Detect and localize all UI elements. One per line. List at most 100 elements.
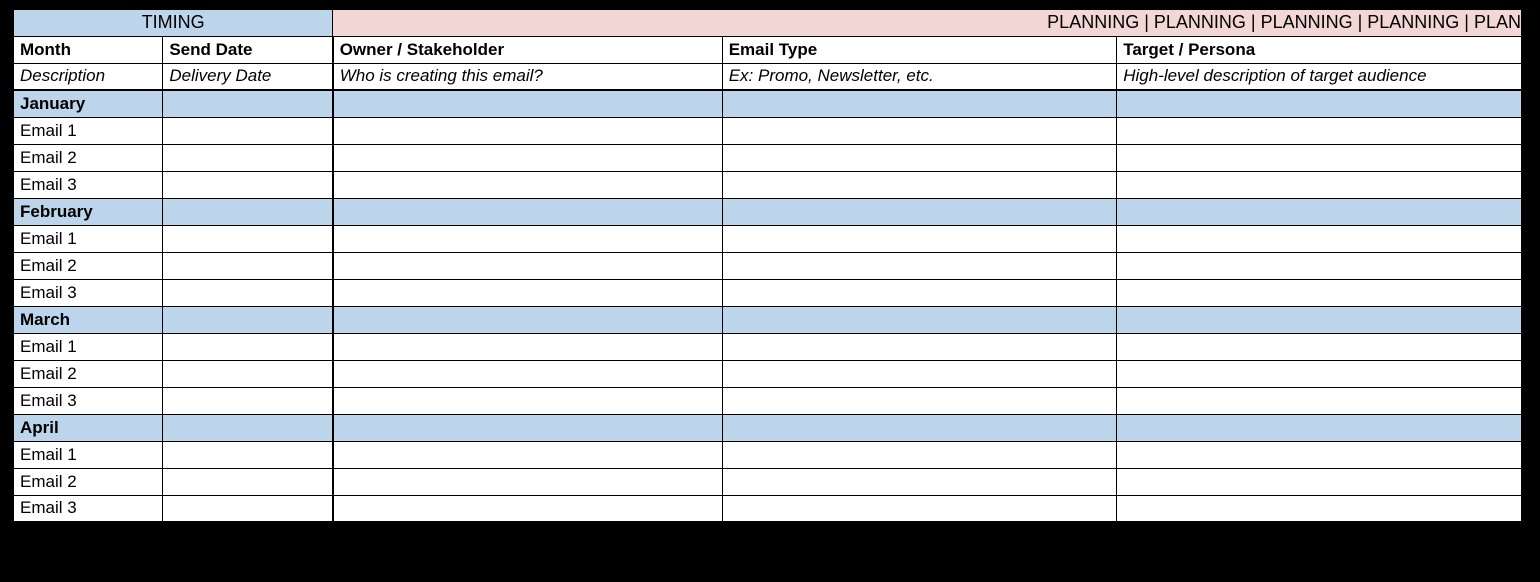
month-empty-cell[interactable] — [722, 306, 1117, 333]
email-label-cell[interactable]: Email 1 — [13, 117, 163, 144]
email-label-cell[interactable]: Email 2 — [13, 360, 163, 387]
cell-owner[interactable] — [333, 468, 723, 495]
cell-target[interactable] — [1117, 333, 1522, 360]
column-header-row: Month Send Date Owner / Stakeholder Emai… — [13, 36, 1522, 63]
cell-target[interactable] — [1117, 171, 1522, 198]
cell-target[interactable] — [1117, 225, 1522, 252]
cell-target[interactable] — [1117, 360, 1522, 387]
desc-month[interactable]: Description — [13, 63, 163, 90]
header-month[interactable]: Month — [13, 36, 163, 63]
cell-target[interactable] — [1117, 468, 1522, 495]
cell-owner[interactable] — [333, 144, 723, 171]
cell-target[interactable] — [1117, 387, 1522, 414]
table-row: Email 3 — [13, 279, 1522, 306]
cell-owner[interactable] — [333, 387, 723, 414]
month-empty-cell[interactable] — [722, 90, 1117, 117]
cell-email_type[interactable] — [722, 225, 1117, 252]
month-empty-cell[interactable] — [333, 306, 723, 333]
header-target[interactable]: Target / Persona — [1117, 36, 1522, 63]
cell-send_date[interactable] — [163, 387, 333, 414]
cell-owner[interactable] — [333, 279, 723, 306]
cell-send_date[interactable] — [163, 117, 333, 144]
planning-table[interactable]: TIMING PLANNING | PLANNING | PLANNING | … — [12, 8, 1522, 523]
month-empty-cell[interactable] — [722, 414, 1117, 441]
cell-target[interactable] — [1117, 441, 1522, 468]
month-name-cell[interactable]: March — [13, 306, 163, 333]
month-empty-cell[interactable] — [1117, 198, 1522, 225]
cell-email_type[interactable] — [722, 117, 1117, 144]
header-send-date[interactable]: Send Date — [163, 36, 333, 63]
cell-owner[interactable] — [333, 333, 723, 360]
cell-email_type[interactable] — [722, 171, 1117, 198]
table-row: Email 1 — [13, 441, 1522, 468]
month-name-cell[interactable]: February — [13, 198, 163, 225]
cell-send_date[interactable] — [163, 144, 333, 171]
month-empty-cell[interactable] — [163, 306, 333, 333]
cell-target[interactable] — [1117, 279, 1522, 306]
cell-send_date[interactable] — [163, 252, 333, 279]
email-label-cell[interactable]: Email 1 — [13, 441, 163, 468]
email-label-cell[interactable]: Email 1 — [13, 225, 163, 252]
cell-target[interactable] — [1117, 144, 1522, 171]
email-label-cell[interactable]: Email 3 — [13, 279, 163, 306]
cell-send_date[interactable] — [163, 333, 333, 360]
cell-owner[interactable] — [333, 441, 723, 468]
cell-send_date[interactable] — [163, 225, 333, 252]
month-empty-cell[interactable] — [722, 198, 1117, 225]
month-empty-cell[interactable] — [333, 90, 723, 117]
email-label-cell[interactable]: Email 2 — [13, 252, 163, 279]
section-timing[interactable]: TIMING — [13, 9, 333, 36]
cell-target[interactable] — [1117, 117, 1522, 144]
cell-email_type[interactable] — [722, 387, 1117, 414]
cell-owner[interactable] — [333, 495, 723, 522]
email-label-cell[interactable]: Email 3 — [13, 171, 163, 198]
month-empty-cell[interactable] — [163, 90, 333, 117]
email-label-cell[interactable]: Email 3 — [13, 495, 163, 522]
desc-email-type[interactable]: Ex: Promo, Newsletter, etc. — [722, 63, 1117, 90]
month-empty-cell[interactable] — [163, 198, 333, 225]
cell-email_type[interactable] — [722, 441, 1117, 468]
desc-owner[interactable]: Who is creating this email? — [333, 63, 723, 90]
cell-owner[interactable] — [333, 117, 723, 144]
cell-email_type[interactable] — [722, 279, 1117, 306]
month-empty-cell[interactable] — [1117, 306, 1522, 333]
cell-email_type[interactable] — [722, 252, 1117, 279]
email-label-cell[interactable]: Email 1 — [13, 333, 163, 360]
email-label-cell[interactable]: Email 2 — [13, 468, 163, 495]
month-empty-cell[interactable] — [1117, 90, 1522, 117]
cell-target[interactable] — [1117, 252, 1522, 279]
month-empty-cell[interactable] — [333, 198, 723, 225]
cell-email_type[interactable] — [722, 144, 1117, 171]
header-owner[interactable]: Owner / Stakeholder — [333, 36, 723, 63]
table-row: Email 1 — [13, 117, 1522, 144]
cell-owner[interactable] — [333, 171, 723, 198]
cell-send_date[interactable] — [163, 468, 333, 495]
section-planning[interactable]: PLANNING | PLANNING | PLANNING | PLANNIN… — [333, 9, 1522, 36]
cell-send_date[interactable] — [163, 279, 333, 306]
month-empty-cell[interactable] — [163, 414, 333, 441]
desc-target[interactable]: High-level description of target audienc… — [1117, 63, 1522, 90]
cell-email_type[interactable] — [722, 360, 1117, 387]
desc-send-date[interactable]: Delivery Date — [163, 63, 333, 90]
cell-email_type[interactable] — [722, 333, 1117, 360]
month-empty-cell[interactable] — [333, 414, 723, 441]
section-header-row: TIMING PLANNING | PLANNING | PLANNING | … — [13, 9, 1522, 36]
cell-send_date[interactable] — [163, 360, 333, 387]
cell-send_date[interactable] — [163, 495, 333, 522]
table-row: Email 1 — [13, 333, 1522, 360]
email-label-cell[interactable]: Email 2 — [13, 144, 163, 171]
header-email-type[interactable]: Email Type — [722, 36, 1117, 63]
month-name-cell[interactable]: January — [13, 90, 163, 117]
table-row: Email 2 — [13, 360, 1522, 387]
month-name-cell[interactable]: April — [13, 414, 163, 441]
email-label-cell[interactable]: Email 3 — [13, 387, 163, 414]
cell-email_type[interactable] — [722, 495, 1117, 522]
cell-owner[interactable] — [333, 225, 723, 252]
cell-owner[interactable] — [333, 252, 723, 279]
month-empty-cell[interactable] — [1117, 414, 1522, 441]
cell-send_date[interactable] — [163, 441, 333, 468]
cell-owner[interactable] — [333, 360, 723, 387]
cell-email_type[interactable] — [722, 468, 1117, 495]
cell-target[interactable] — [1117, 495, 1522, 522]
cell-send_date[interactable] — [163, 171, 333, 198]
